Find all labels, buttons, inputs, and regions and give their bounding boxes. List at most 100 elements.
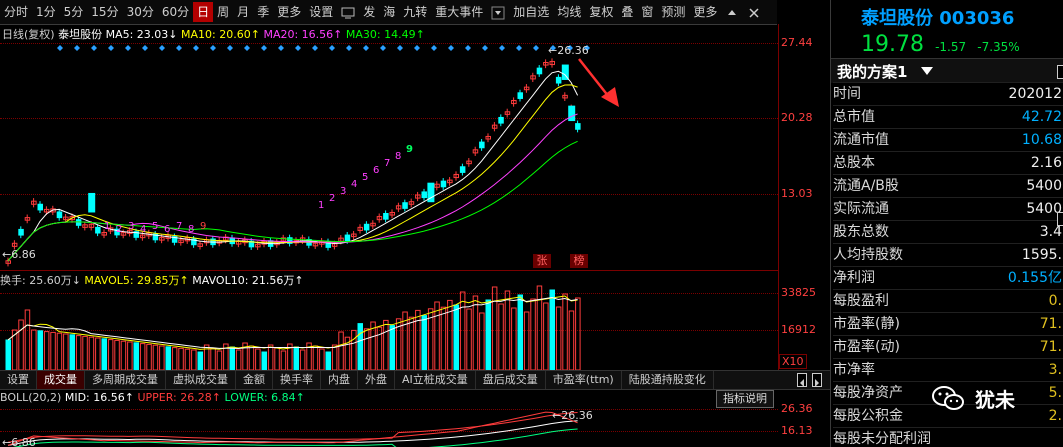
tab-after-hours-volume[interactable]: 盘后成交量	[476, 371, 546, 389]
volume-bar	[459, 291, 466, 370]
toolbar-scroll-up[interactable]	[721, 2, 743, 22]
panel-row: 每股未分配利润	[833, 427, 1063, 447]
scheme-selector[interactable]: 我的方案1	[831, 58, 1063, 83]
toolbar-btn-window[interactable]: 窗	[637, 2, 657, 22]
volume-bar	[523, 311, 530, 370]
tab-settings[interactable]: 设置	[0, 371, 37, 389]
volume-bar	[543, 302, 549, 370]
panel-row-value: 202012	[1008, 86, 1062, 102]
panel-row-label: 每股盈利	[833, 293, 889, 309]
tab-scroll-left[interactable]	[797, 373, 807, 387]
toolbar-btn-season[interactable]: 季	[253, 2, 273, 22]
toolbar-btn-add-watchlist[interactable]: 加自选	[509, 2, 553, 22]
volume-bar	[63, 333, 69, 370]
volume-bar	[485, 299, 491, 370]
volume-bar	[159, 345, 165, 370]
candlestick-chart[interactable]: 1 2 3 4 5 6 7 8 9123456789	[0, 24, 778, 270]
tab-outer-volume[interactable]: 外盘	[358, 371, 395, 389]
boll-axis-label-mid: 16.13	[781, 424, 813, 437]
tab-northbound-holdings[interactable]: 陆股通持股变化	[622, 371, 714, 389]
volume-bar	[95, 337, 101, 370]
toolbar-icon-screen[interactable]	[337, 2, 359, 22]
toolbar-btn-major-events[interactable]: 重大事件	[431, 2, 487, 22]
panel-stock-code: 003036	[939, 8, 1015, 29]
tab-virtual-volume[interactable]: 虚拟成交量	[166, 371, 236, 389]
toolbar-btn-fa[interactable]: 发	[359, 2, 379, 22]
signal-diamond	[176, 45, 182, 51]
toolbar-dropdown[interactable]	[487, 2, 509, 22]
toolbar-btn-1min[interactable]: 1分	[32, 2, 60, 22]
boll-low-marker: ←6.86	[2, 436, 36, 447]
volume-bar	[107, 339, 114, 370]
signal-diamond	[482, 45, 488, 51]
volume-bar	[178, 347, 184, 370]
signal-diamond	[465, 45, 471, 51]
panel-row-label: 每股未分配利润	[833, 431, 931, 447]
panel-row-label: 时间	[833, 86, 861, 102]
tab-turnover-rate[interactable]: 换手率	[273, 371, 321, 389]
toolbar-btn-more-periods[interactable]: 更多	[273, 2, 305, 22]
candle-body	[95, 226, 101, 234]
candle-body	[575, 123, 581, 130]
scheme-label: 我的方案1	[837, 63, 908, 81]
volume-bar	[171, 347, 178, 370]
volume-bar	[69, 334, 75, 370]
panel-row: 流通A/B股 5400	[833, 174, 1063, 197]
low-price-marker: ←6.86	[2, 248, 36, 261]
tab-amount[interactable]: 金额	[236, 371, 273, 389]
boll-upper-label: UPPER: 26.28↑	[137, 391, 221, 404]
toolbar-btn-settings[interactable]: 设置	[305, 2, 337, 22]
boll-chart[interactable]	[0, 405, 778, 447]
volume-bar	[184, 348, 191, 370]
volume-bar	[56, 332, 63, 370]
toolbar-btn-month[interactable]: 月	[233, 2, 253, 22]
tab-inner-volume[interactable]: 内盘	[321, 371, 358, 389]
toolbar-btn-30min[interactable]: 30分	[123, 2, 158, 22]
signal-diamond	[74, 45, 80, 51]
signal-diamond	[193, 45, 199, 51]
panel-scroll-mid[interactable]	[1057, 212, 1063, 226]
toolbar-btn-hai[interactable]: 海	[379, 2, 399, 22]
toolbar-btn-fenshi[interactable]: 分时	[0, 2, 32, 22]
toolbar-btn-5min[interactable]: 5分	[60, 2, 88, 22]
tab-ai-volume[interactable]: AI立桩成交量	[395, 371, 476, 389]
tab-scroll-right[interactable]	[812, 373, 822, 387]
volume-bar	[472, 295, 479, 370]
td-number-low: 1	[104, 221, 110, 232]
volume-bar	[498, 303, 504, 370]
toolbar-btn-more[interactable]: 更多	[689, 2, 721, 22]
volume-bar	[152, 344, 159, 370]
toolbar-btn-week[interactable]: 周	[213, 2, 233, 22]
watermark: 犹未	[931, 380, 1041, 416]
volume-bar	[24, 309, 31, 370]
toolbar-btn-adjust[interactable]: 复权	[585, 2, 617, 22]
volume-bar	[75, 335, 82, 370]
dragon-tiger-tag[interactable]: 榜	[570, 254, 588, 268]
candle-body-large	[88, 192, 96, 213]
panel-change: -1.57	[935, 40, 967, 54]
toolbar-btn-forecast[interactable]: 预测	[657, 2, 689, 22]
price-axis-label-low: 13.03	[781, 187, 813, 200]
tab-volume[interactable]: 成交量	[37, 371, 85, 389]
panel-title: 泰坦股份 003036	[861, 4, 1014, 30]
volume-chart[interactable]	[0, 271, 778, 370]
tab-pe-ttm[interactable]: 市盈率(ttm)	[546, 371, 622, 389]
toolbar-btn-overlay[interactable]: 叠	[617, 2, 637, 22]
volume-bar	[261, 351, 267, 370]
toolbar-btn-60min[interactable]: 60分	[158, 2, 193, 22]
candle-body	[56, 211, 63, 219]
panel-row: 总股本 2.16	[833, 151, 1063, 174]
toolbar-btn-jiuzhuan[interactable]: 九转	[399, 2, 431, 22]
td-number-low: 3	[128, 221, 134, 232]
panel-quote: 19.78 -1.57 -7.35%	[861, 32, 1020, 57]
panel-row: 人均持股数 1595.	[833, 243, 1063, 266]
toolbar-btn-15min[interactable]: 15分	[87, 2, 122, 22]
price-axis-label-top: 27.44	[781, 36, 813, 49]
tab-multi-period-volume[interactable]: 多周期成交量	[85, 371, 166, 389]
limit-up-tag[interactable]: 张	[533, 254, 551, 268]
toolbar-close[interactable]	[743, 2, 765, 22]
toolbar-btn-ma[interactable]: 均线	[553, 2, 585, 22]
td-number-high: 6	[373, 165, 379, 176]
toolbar-btn-day[interactable]: 日	[193, 2, 214, 22]
panel-scroll-up[interactable]	[1057, 65, 1063, 79]
